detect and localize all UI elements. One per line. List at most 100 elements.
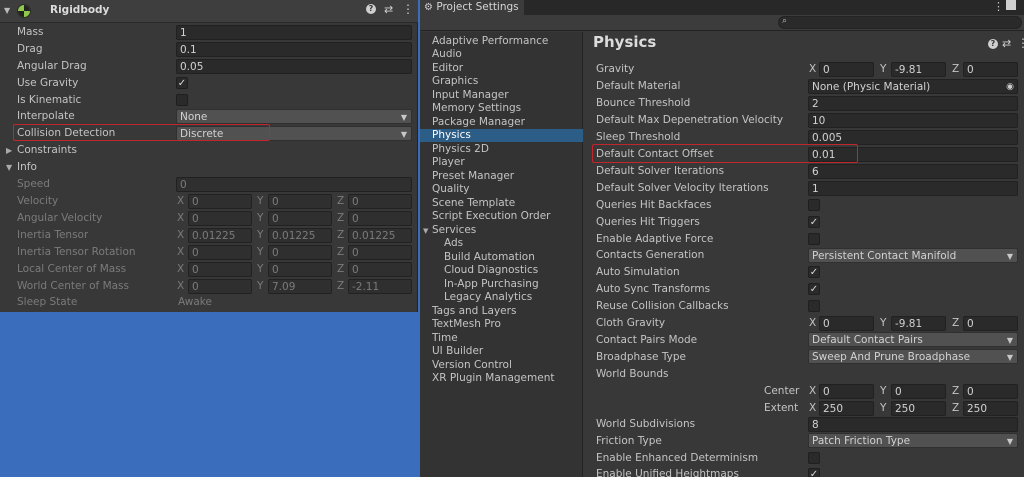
sidebar-item-physics[interactable]: Physics — [420, 129, 583, 142]
sidebar-item-physics-2d[interactable]: Physics 2D — [420, 143, 583, 156]
angular-velocity-y-field: 0 — [268, 211, 332, 226]
sidebar-item-adaptive-performance[interactable]: Adaptive Performance — [420, 35, 583, 48]
broadphase-type-value: Sweep And Prune Broadphase — [812, 351, 971, 363]
sidebar-item-audio[interactable]: Audio — [420, 48, 583, 61]
gravity-z-field[interactable]: 0 — [963, 62, 1018, 77]
sidebar-item-ui-builder[interactable]: UI Builder — [420, 345, 583, 358]
info-foldout[interactable]: Info — [17, 159, 37, 176]
sidebar-item-tags-and-layers[interactable]: Tags and Layers — [420, 305, 583, 318]
z-label: Z — [952, 317, 960, 329]
queries-hit-backfaces-checkbox[interactable] — [808, 199, 820, 211]
tab-project-settings[interactable]: ⚙ Project Settings — [420, 0, 524, 15]
foldout-arrow-icon[interactable]: ▼ — [4, 6, 10, 15]
rigidbody-header[interactable]: ▼ Rigidbody ? ⇄ ⋮ — [0, 0, 418, 23]
sidebar-item-services[interactable]: Services — [420, 224, 583, 237]
cloth-gravity-x-field[interactable]: 0 — [819, 316, 874, 331]
gravity-label: Gravity — [596, 63, 635, 75]
contact-pairs-mode-dropdown[interactable]: Default Contact Pairs ▼ — [808, 332, 1018, 347]
presets-icon[interactable]: ⇄ — [1002, 37, 1011, 50]
sidebar-item-player[interactable]: Player — [420, 156, 583, 169]
world-subdivisions-field[interactable]: 8 — [808, 417, 1018, 432]
help-icon[interactable]: ? — [988, 39, 998, 49]
extent-y-field[interactable]: 250 — [891, 401, 946, 416]
center-z-field[interactable]: 0 — [963, 384, 1018, 399]
sidebar-item-memory-settings[interactable]: Memory Settings — [420, 102, 583, 115]
sidebar-item-graphics[interactable]: Graphics — [420, 75, 583, 88]
sidebar-item-version-control[interactable]: Version Control — [420, 359, 583, 372]
foldout-arrow-icon[interactable]: ▼ — [6, 163, 12, 172]
y-label: Y — [880, 385, 887, 397]
inertia-tensor-rotation-z-field: 0 — [348, 245, 412, 260]
cloth-gravity-z-field[interactable]: 0 — [963, 316, 1018, 331]
cloth-gravity-y-field[interactable]: -9.81 — [891, 316, 946, 331]
speed-field: 0 — [176, 177, 412, 192]
sidebar-item-package-manager[interactable]: Package Manager — [420, 116, 583, 129]
sidebar-item-textmesh-pro[interactable]: TextMesh Pro — [420, 318, 583, 331]
angular-drag-label: Angular Drag — [17, 60, 87, 72]
default-solver-iterations-field[interactable]: 6 — [808, 164, 1018, 179]
default-max-depenetration-velocity-field[interactable]: 10 — [808, 113, 1018, 128]
help-icon[interactable]: ? — [366, 4, 376, 14]
sidebar-item-cloud-diagnostics[interactable]: Cloud Diagnostics — [420, 264, 583, 277]
default-solver-velocity-iterations-field[interactable]: 1 — [808, 181, 1018, 196]
contact-pairs-mode-value: Default Contact Pairs — [812, 334, 923, 346]
inertia-tensor-rotation-y-field: 0 — [268, 245, 332, 260]
more-menu-icon[interactable]: ⋮ — [402, 2, 414, 16]
sidebar-item-preset-manager[interactable]: Preset Manager — [420, 170, 583, 183]
search-input[interactable]: ⌕ — [778, 16, 1022, 29]
enable-unified-heightmaps-checkbox[interactable]: ✓ — [808, 468, 820, 477]
contacts-generation-dropdown[interactable]: Persistent Contact Manifold ▼ — [808, 248, 1018, 263]
center-y-field[interactable]: 0 — [891, 384, 946, 399]
sidebar-item-ads[interactable]: Ads — [420, 237, 583, 250]
y-label: Y — [257, 195, 264, 207]
gravity-y-field[interactable]: -9.81 — [891, 62, 946, 77]
sidebar-item-legacy-analytics[interactable]: Legacy Analytics — [420, 291, 583, 304]
sidebar-item-in-app-purchasing[interactable]: In-App Purchasing — [420, 278, 583, 291]
drag-label: Drag — [17, 43, 43, 55]
sidebar-item-editor[interactable]: Editor — [420, 62, 583, 75]
more-menu-icon[interactable]: ⋮ — [993, 0, 1004, 13]
sleep-threshold-field[interactable]: 0.005 — [808, 130, 1018, 145]
maximize-icon[interactable] — [1006, 0, 1016, 10]
extent-x-field[interactable]: 250 — [819, 401, 874, 416]
drag-field[interactable]: 0.1 — [176, 42, 412, 57]
broadphase-type-dropdown[interactable]: Sweep And Prune Broadphase ▼ — [808, 349, 1018, 364]
sidebar-item-quality[interactable]: Quality — [420, 183, 583, 196]
more-menu-icon[interactable]: ⋮ — [1017, 36, 1024, 50]
interpolate-dropdown[interactable]: None ▼ — [176, 109, 412, 124]
auto-sync-transforms-checkbox[interactable]: ✓ — [808, 283, 820, 295]
enable-enhanced-determinism-checkbox[interactable] — [808, 452, 820, 464]
center-x-field[interactable]: 0 — [819, 384, 874, 399]
sidebar-item-build-automation[interactable]: Build Automation — [420, 251, 583, 264]
velocity-y-field: 0 — [268, 194, 332, 209]
sidebar-item-xr-plugin-management[interactable]: XR Plugin Management — [420, 372, 583, 385]
world-center-of-mass-label: World Center of Mass — [17, 280, 129, 292]
constraints-foldout[interactable]: Constraints — [17, 142, 77, 159]
sidebar-item-input-manager[interactable]: Input Manager — [420, 89, 583, 102]
angular-velocity-z-field: 0 — [348, 211, 412, 226]
angular-drag-field[interactable]: 0.05 — [176, 59, 412, 74]
default-material-field[interactable]: None (Physic Material) ◉ — [808, 79, 1018, 94]
extent-z-field[interactable]: 250 — [963, 401, 1018, 416]
use-gravity-checkbox[interactable]: ✓ — [176, 77, 188, 89]
enable-adaptive-force-checkbox[interactable] — [808, 233, 820, 245]
reuse-collision-callbacks-checkbox[interactable] — [808, 300, 820, 312]
gravity-x-field[interactable]: 0 — [819, 62, 874, 77]
object-picker-icon[interactable]: ◉ — [1006, 80, 1014, 93]
mass-field[interactable]: 1 — [176, 25, 412, 40]
sidebar-item-scene-template[interactable]: Scene Template — [420, 197, 583, 210]
friction-type-dropdown[interactable]: Patch Friction Type ▼ — [808, 433, 1018, 448]
queries-hit-triggers-label: Queries Hit Triggers — [596, 216, 700, 228]
queries-hit-triggers-checkbox[interactable]: ✓ — [808, 216, 820, 228]
is-kinematic-checkbox[interactable] — [176, 94, 188, 106]
world-subdivisions-label: World Subdivisions — [596, 418, 696, 430]
foldout-arrow-icon[interactable]: ▶ — [6, 146, 12, 155]
sidebar-item-script-execution-order[interactable]: Script Execution Order — [420, 210, 583, 223]
inertia-tensor-z-field: 0.01225 — [348, 228, 412, 243]
z-label: Z — [337, 195, 345, 207]
bounce-threshold-field[interactable]: 2 — [808, 96, 1018, 111]
use-gravity-label: Use Gravity — [17, 77, 79, 89]
sidebar-item-time[interactable]: Time — [420, 332, 583, 345]
presets-icon[interactable]: ⇄ — [384, 3, 393, 16]
auto-simulation-checkbox[interactable]: ✓ — [808, 266, 820, 278]
